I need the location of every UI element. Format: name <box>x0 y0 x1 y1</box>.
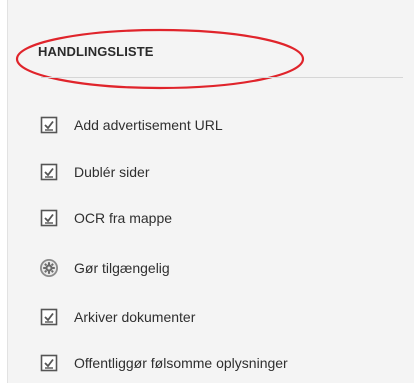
checklist-icon <box>38 306 60 328</box>
action-item-label: OCR fra mappe <box>74 210 173 226</box>
action-item-publish-sensitive-info[interactable]: Offentliggør følsomme oplysninger <box>38 349 288 377</box>
action-list-panel: HANDLINGSLISTE Add advertisement URL Dub… <box>7 0 414 383</box>
action-item-ocr-from-folder[interactable]: OCR fra mappe <box>38 204 172 232</box>
action-item-label: Arkiver dokumenter <box>74 309 196 325</box>
action-item-label: Dublér sider <box>74 164 150 180</box>
action-item-label: Add advertisement URL <box>74 117 223 133</box>
action-item-archive-documents[interactable]: Arkiver dokumenter <box>38 303 195 331</box>
action-item-add-advertisement-url[interactable]: Add advertisement URL <box>38 111 223 139</box>
checklist-icon <box>38 352 60 374</box>
action-item-label: Gør tilgængelig <box>74 260 170 276</box>
action-list: Add advertisement URL Dublér sider OCR f… <box>8 0 414 383</box>
action-item-make-accessible[interactable]: Gør tilgængelig <box>38 254 170 282</box>
action-item-duplicate-pages[interactable]: Dublér sider <box>38 158 149 186</box>
action-item-label: Offentliggør følsomme oplysninger <box>74 355 288 371</box>
checklist-icon <box>38 207 60 229</box>
checklist-icon <box>38 114 60 136</box>
checklist-icon <box>38 161 60 183</box>
gear-icon <box>38 257 60 279</box>
page: HANDLINGSLISTE Add advertisement URL Dub… <box>0 0 414 383</box>
